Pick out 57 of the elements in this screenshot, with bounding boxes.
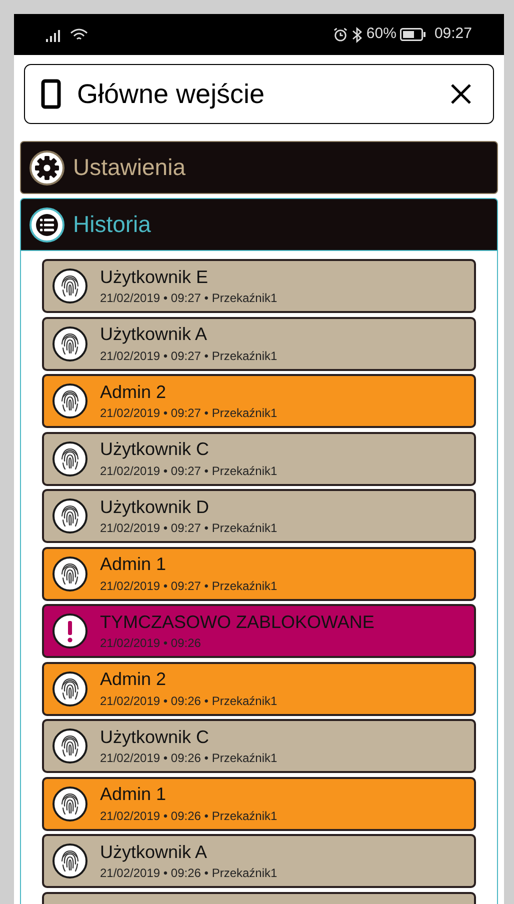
entry-details: 21/02/2019 • 09:26 xyxy=(100,636,202,652)
battery-icon xyxy=(400,28,426,41)
fingerprint-icon xyxy=(52,326,88,362)
signal-icon xyxy=(46,30,62,42)
fingerprint-icon xyxy=(52,383,88,419)
entry-details: 21/02/2019 • 09:26 • Przekaźnik1 xyxy=(100,694,278,709)
fingerprint-icon xyxy=(52,498,88,534)
fingerprint-icon xyxy=(52,786,88,822)
alarm-icon xyxy=(333,27,348,42)
entry-title: Użytkownik C xyxy=(100,726,210,748)
history-entry[interactable]: Admin 2 21/02/2019 • 09:27 • Przekaźnik1 xyxy=(42,374,476,428)
entry-details: 21/02/2019 • 09:26 • Przekaźnik1 xyxy=(100,751,278,766)
history-entry[interactable]: Użytkownik A 21/02/2019 • 09:26 • Przekaźnik1 xyxy=(42,834,476,888)
history-entry[interactable]: Użytkownik C 21/02/2019 • 09:26 • Przekaźnik1 xyxy=(42,719,476,773)
section-header[interactable]: Historia xyxy=(20,198,498,251)
exclamation-icon xyxy=(52,613,88,649)
entry-title: Użytkownik C xyxy=(100,438,210,461)
fingerprint-icon xyxy=(52,268,88,304)
clock: 09:27 xyxy=(434,24,472,44)
entry-details: 21/02/2019 • 09:27 • Przekaźnik1 xyxy=(100,521,278,536)
fingerprint-icon xyxy=(52,556,88,592)
history-entry[interactable]: Użytkownik D 21/02/2019 • 09:27 • Przekaźnik1 xyxy=(42,489,476,543)
fingerprint-icon xyxy=(52,670,88,706)
entry-details: 21/02/2019 • 09:27 • Przekaźnik1 xyxy=(100,464,278,479)
smartphone-icon xyxy=(41,79,61,109)
history-entry[interactable]: Admin 2 21/02/2019 • 09:26 • Przekaźnik1 xyxy=(42,662,476,716)
fingerprint-icon xyxy=(52,843,88,879)
header-title: Główne wejście xyxy=(77,78,266,111)
entry-title: Użytkownik A xyxy=(100,840,208,864)
entry-details: 21/02/2019 • 09:27 • Przekaźnik1 xyxy=(100,348,278,364)
entry-details: 21/02/2019 • 09:26 • Przekaźnik1 xyxy=(100,808,278,824)
entry-title: Użytkownik E xyxy=(100,266,210,288)
close-icon xyxy=(450,83,472,105)
history-entry[interactable]: Użytkownik A 21/02/2019 • 09:27 • Przekaźnik1 xyxy=(42,316,476,370)
entry-title: Admin 1 xyxy=(100,553,168,576)
entry-title: Admin 1 xyxy=(100,783,168,806)
history-entry[interactable]: Użytkownik E 21/02/2019 • 09:27 • Przekaźnik1 xyxy=(42,259,476,313)
entry-details: 21/02/2019 • 09:27 • Przekaźnik1 xyxy=(100,578,278,594)
entry-title: Użytkownik D xyxy=(100,496,210,518)
wifi-icon xyxy=(70,28,88,42)
history-entry[interactable]: Użytkownik C 21/02/2019 • 09:27 • Przekaźnik1 xyxy=(42,432,476,486)
entry-title: Użytkownik A xyxy=(100,323,208,346)
entry-title: Admin 2 xyxy=(100,668,168,691)
battery-percent: 60% xyxy=(366,24,396,44)
fingerprint-icon xyxy=(52,440,88,476)
entry-title: TYMCZASOWO ZABLOKOWANE xyxy=(100,610,374,634)
entry-details: 21/02/2019 • 09:27 • Przekaźnik1 xyxy=(100,291,278,306)
entry-details: 21/02/2019 • 09:27 • Przekaźnik1 xyxy=(100,406,278,422)
gear-icon xyxy=(29,150,65,186)
history-entry[interactable]: Admin 1 21/02/2019 • 09:26 • Przekaźnik1 xyxy=(42,776,476,830)
history-entry[interactable]: Admin 1 21/02/2019 • 09:27 • Przekaźnik1 xyxy=(42,546,476,600)
list-icon xyxy=(29,206,65,242)
entry-title: Admin 2 xyxy=(100,380,168,404)
fingerprint-icon xyxy=(52,728,88,764)
section-header[interactable]: Ustawienia xyxy=(20,141,498,194)
bluetooth-icon xyxy=(352,26,362,42)
entry-details: 21/02/2019 • 09:26 • Przekaźnik1 xyxy=(100,866,278,882)
